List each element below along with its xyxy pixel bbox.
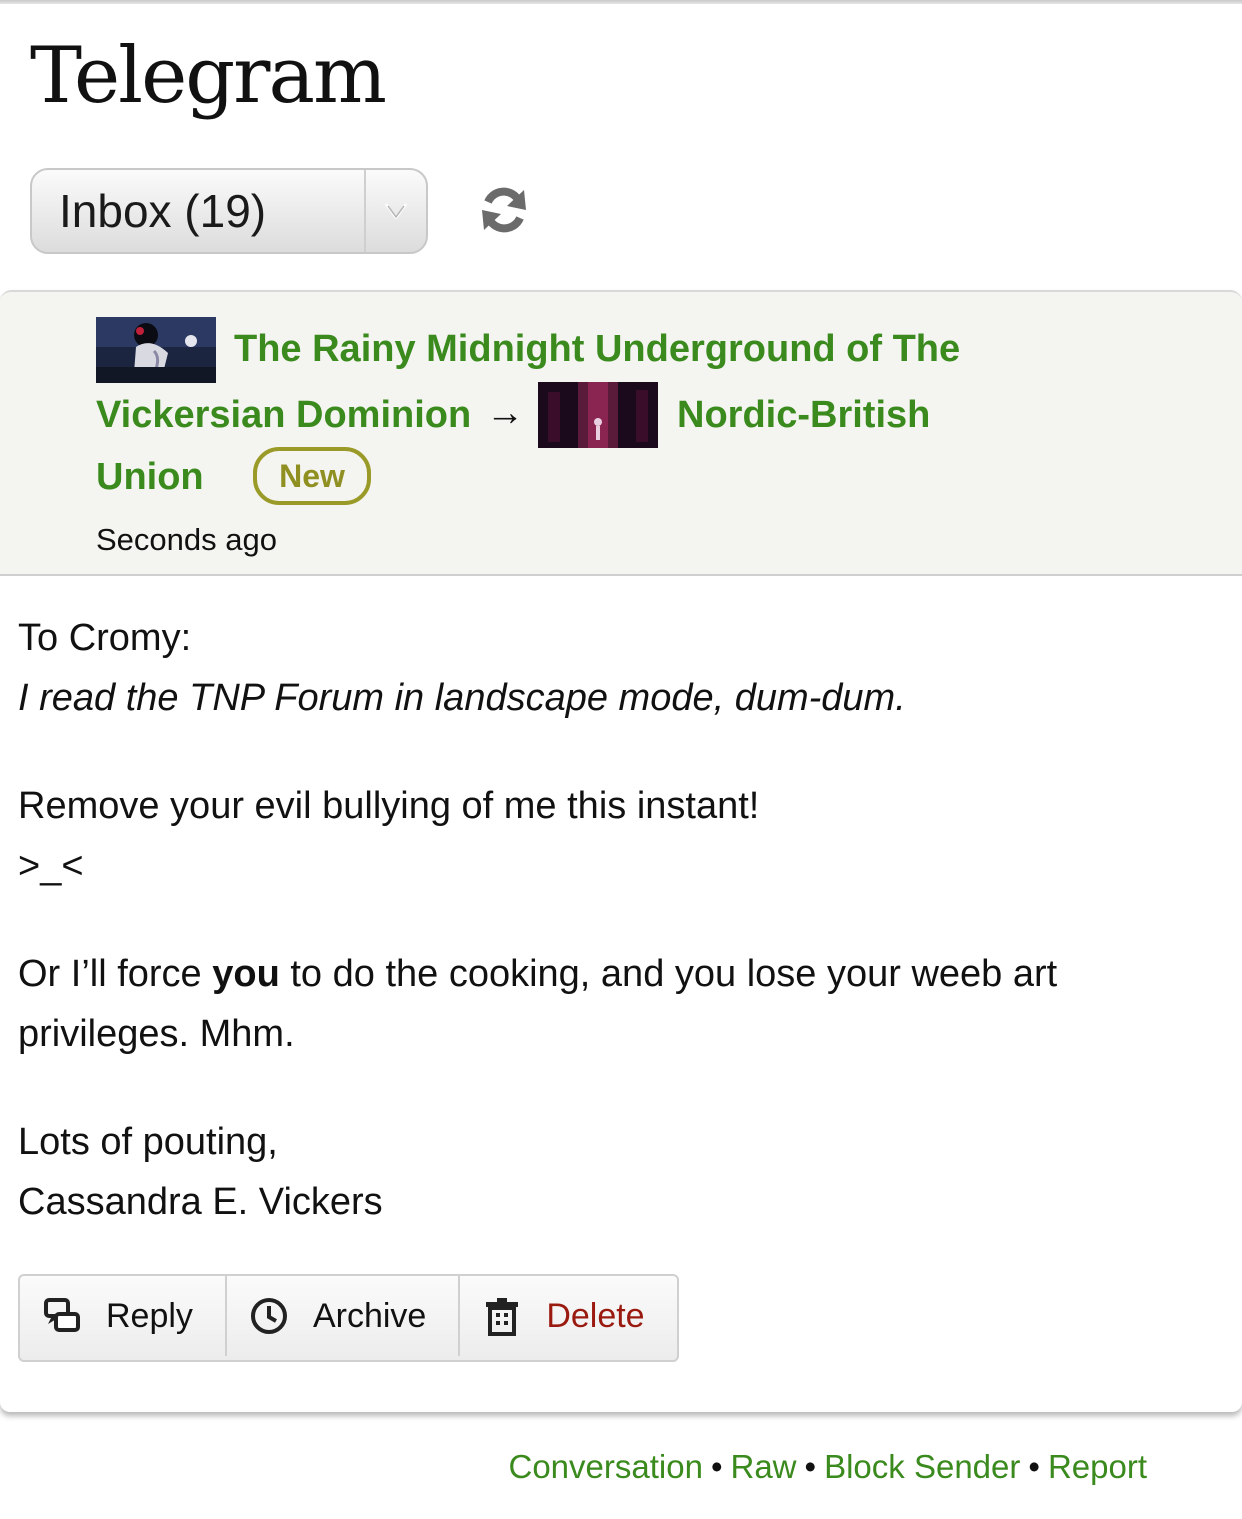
- telegram-body: To Cromy: I read the TNP Forum in landsc…: [18, 608, 1218, 1232]
- top-rule: [0, 0, 1242, 4]
- recipient-name-line1[interactable]: Nordic-British: [677, 396, 930, 434]
- archive-button[interactable]: Archive: [227, 1276, 461, 1356]
- separator: •: [710, 1448, 723, 1485]
- delete-button[interactable]: Delete: [460, 1276, 676, 1356]
- reply-label: Reply: [106, 1296, 193, 1335]
- telegram-header: The Rainy Midnight Underground of The Vi…: [0, 292, 1242, 576]
- signature: Cassandra E. Vickers: [18, 1181, 383, 1223]
- signoff: Lots of pouting,: [18, 1121, 278, 1163]
- bold-you: you: [212, 953, 280, 995]
- body-line-threat: Or I’ll force you to do the cooking, and…: [18, 953, 1058, 995]
- new-badge: New: [253, 447, 371, 505]
- refresh-icon[interactable]: [478, 184, 530, 236]
- reply-button[interactable]: Reply: [20, 1276, 227, 1356]
- folder-select-value: Inbox (19): [59, 185, 267, 237]
- body-line: privileges. Mhm.: [18, 1013, 295, 1055]
- clock-icon: [250, 1298, 287, 1334]
- folder-select[interactable]: Inbox (19): [30, 168, 428, 254]
- recipient-name-line2[interactable]: Union: [96, 458, 204, 496]
- chevron-down-icon: [364, 170, 426, 252]
- page-title: Telegram: [30, 31, 387, 121]
- telegram-actions: Reply Archive Delete: [18, 1274, 679, 1362]
- body-line: Remove your evil bullying of me this ins…: [18, 785, 760, 827]
- conversation-link[interactable]: Conversation: [508, 1448, 702, 1485]
- sender-name-line1[interactable]: The Rainy Midnight Underground of The: [234, 330, 960, 368]
- separator: •: [804, 1448, 817, 1485]
- separator: •: [1028, 1448, 1040, 1485]
- trash-icon: [486, 1298, 519, 1336]
- footer-links: Conversation • Raw • Block Sender • Report: [508, 1448, 1147, 1486]
- block-sender-link[interactable]: Block Sender: [824, 1448, 1020, 1485]
- recipient-flag[interactable]: [538, 382, 658, 448]
- sender-flag[interactable]: [96, 317, 216, 383]
- delete-label: Delete: [546, 1296, 645, 1335]
- reply-icon: [44, 1298, 80, 1332]
- sender-name-line2[interactable]: Vickersian Dominion: [96, 396, 471, 434]
- arrow-icon: →: [486, 392, 524, 434]
- archive-label: Archive: [312, 1296, 427, 1335]
- italic-line: I read the TNP Forum in landscape mode, …: [18, 677, 906, 719]
- telegram-card: The Rainy Midnight Underground of The Vi…: [0, 290, 1242, 1412]
- report-link[interactable]: Report: [1048, 1448, 1147, 1485]
- timestamp: Seconds ago: [96, 522, 277, 557]
- raw-link[interactable]: Raw: [731, 1448, 797, 1485]
- greeting: To Cromy:: [18, 617, 192, 659]
- emoticon-line: >_<: [18, 845, 84, 887]
